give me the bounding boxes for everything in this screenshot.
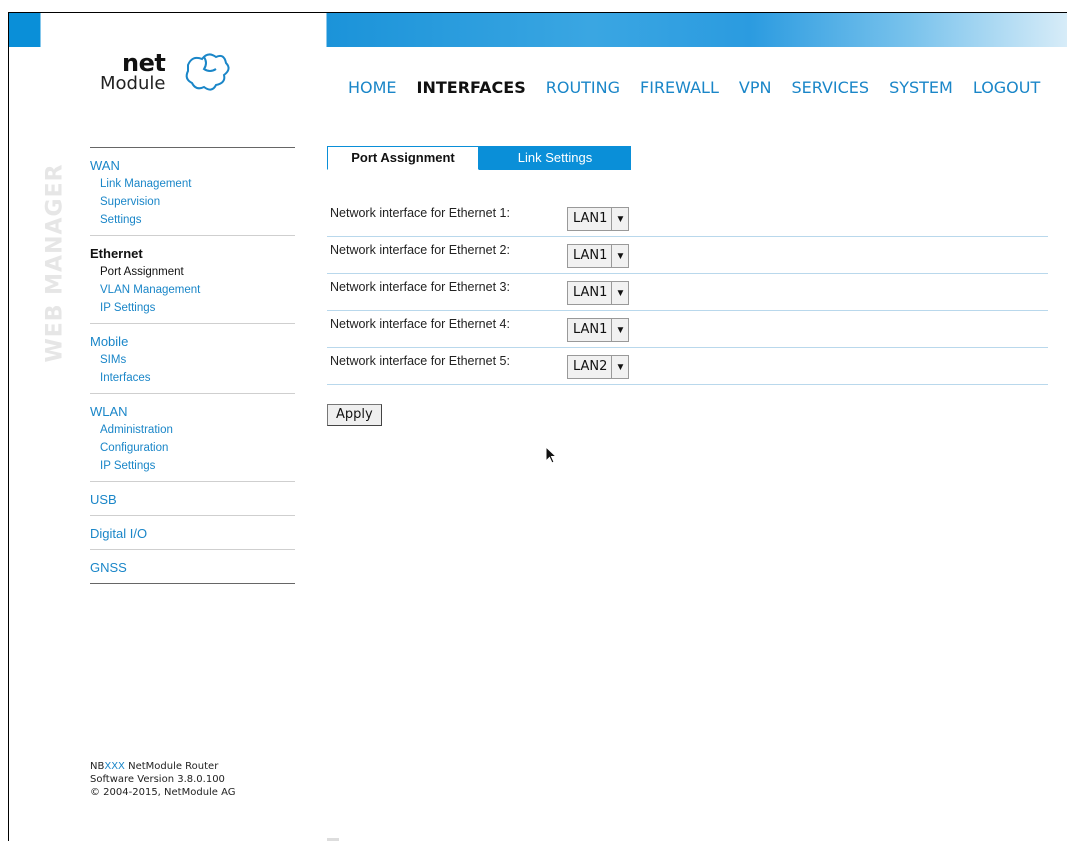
sidebar-item-wlan-ip-settings[interactable]: IP Settings	[100, 457, 295, 475]
sidebar-item-port-assignment[interactable]: Port Assignment	[100, 263, 295, 281]
sidebar-item-wlan[interactable]: WLAN	[90, 404, 295, 419]
nav-logout[interactable]: LOGOUT	[973, 78, 1040, 97]
footer-info: NBXXX NetModule Router Software Version …	[90, 760, 236, 799]
select-value: LAN1	[568, 282, 613, 304]
sidebar-group-digital-io: Digital I/O	[90, 515, 295, 549]
row-label: Network interface for Ethernet 4:	[330, 317, 510, 331]
footer-product-line: NBXXX NetModule Router	[90, 760, 236, 773]
apply-button[interactable]: Apply	[327, 404, 382, 426]
row-label: Network interface for Ethernet 2:	[330, 243, 510, 257]
netmodule-logo[interactable]: net Module	[100, 47, 240, 107]
sidebar-item-mobile[interactable]: Mobile	[90, 334, 295, 349]
puzzle-logo-icon	[185, 53, 230, 91]
sidebar-item-mobile-interfaces[interactable]: Interfaces	[100, 369, 295, 387]
sidebar-group-mobile: Mobile SIMs Interfaces	[90, 323, 295, 393]
mouse-cursor-icon	[545, 446, 558, 464]
interface-select-ethernet-3[interactable]: LAN1 ▼	[567, 281, 630, 305]
form-row-ethernet-1: Network interface for Ethernet 1: LAN1 ▼	[327, 200, 1048, 237]
select-value: LAN1	[568, 208, 613, 230]
row-label: Network interface for Ethernet 3:	[330, 280, 510, 294]
tab-port-assignment[interactable]: Port Assignment	[327, 146, 479, 170]
dropdown-arrow-icon: ▼	[615, 250, 626, 262]
nav-firewall[interactable]: FIREWALL	[640, 78, 719, 97]
frame-left-border	[8, 12, 9, 841]
sidebar-group-gnss: GNSS	[90, 549, 295, 584]
sidebar-group-ethernet: Ethernet Port Assignment VLAN Management…	[90, 235, 295, 323]
footer-software-version: Software Version 3.8.0.100	[90, 774, 225, 785]
row-label: Network interface for Ethernet 5:	[330, 354, 510, 368]
dropdown-arrow-icon: ▼	[615, 361, 626, 373]
sidebar-item-configuration[interactable]: Configuration	[100, 439, 295, 457]
row-label: Network interface for Ethernet 1:	[330, 206, 510, 220]
web-manager-text: WEB MANAGER	[42, 163, 68, 363]
sidebar-group-usb: USB	[90, 481, 295, 515]
interface-select-ethernet-2[interactable]: LAN1 ▼	[567, 244, 630, 268]
sidebar-item-gnss[interactable]: GNSS	[90, 560, 295, 575]
tab-bar: Port Assignment Link Settings	[327, 146, 631, 170]
interface-select-ethernet-1[interactable]: LAN1 ▼	[567, 207, 630, 231]
interface-select-ethernet-4[interactable]: LAN1 ▼	[567, 318, 630, 342]
nav-vpn[interactable]: VPN	[739, 78, 772, 97]
nav-home[interactable]: HOME	[348, 78, 397, 97]
sidebar-group-wan: WAN Link Management Supervision Settings	[90, 147, 295, 235]
sidebar-item-sims[interactable]: SIMs	[100, 351, 295, 369]
port-assignment-form: Network interface for Ethernet 1: LAN1 ▼…	[327, 200, 1048, 385]
select-value: LAN2	[568, 356, 613, 378]
sidebar-item-administration[interactable]: Administration	[100, 421, 295, 439]
form-row-ethernet-4: Network interface for Ethernet 4: LAN1 ▼	[327, 311, 1048, 348]
logo-module-text: Module	[100, 73, 166, 94]
nav-routing[interactable]: ROUTING	[546, 78, 620, 97]
nav-system[interactable]: SYSTEM	[889, 78, 953, 97]
form-row-ethernet-5: Network interface for Ethernet 5: LAN2 ▼	[327, 348, 1048, 385]
sidebar-item-wan[interactable]: WAN	[90, 158, 295, 173]
sidebar-item-ethernet-ip-settings[interactable]: IP Settings	[100, 299, 295, 317]
sidebar-item-usb[interactable]: USB	[90, 492, 295, 507]
footer-product-xxx: XXX	[104, 761, 125, 772]
interface-select-ethernet-5[interactable]: LAN2 ▼	[567, 355, 630, 379]
nav-interfaces[interactable]: INTERFACES	[417, 78, 526, 97]
dropdown-arrow-icon: ▼	[615, 287, 626, 299]
form-row-ethernet-2: Network interface for Ethernet 2: LAN1 ▼	[327, 237, 1048, 274]
tab-link-settings[interactable]: Link Settings	[479, 146, 631, 170]
web-manager-vertical-title: WEB MANAGER	[40, 148, 70, 378]
sidebar-item-ethernet[interactable]: Ethernet	[90, 246, 295, 261]
footer-product-prefix: NB	[90, 761, 105, 772]
sidebar-group-wlan: WLAN Administration Configuration IP Set…	[90, 393, 295, 481]
sidebar-item-vlan-management[interactable]: VLAN Management	[100, 281, 295, 299]
footer-copyright: © 2004-2015, NetModule AG	[90, 787, 236, 798]
sidebar-item-wan-settings[interactable]: Settings	[100, 211, 295, 229]
sidebar-item-link-management[interactable]: Link Management	[100, 175, 295, 193]
sidebar-item-supervision[interactable]: Supervision	[100, 193, 295, 211]
footer-product-suffix: NetModule Router	[124, 761, 219, 772]
select-value: LAN1	[568, 245, 613, 267]
top-navigation: HOME INTERFACES ROUTING FIREWALL VPN SER…	[348, 78, 1060, 97]
sidebar: WAN Link Management Supervision Settings…	[90, 147, 295, 584]
form-row-ethernet-3: Network interface for Ethernet 3: LAN1 ▼	[327, 274, 1048, 311]
nav-services[interactable]: SERVICES	[791, 78, 869, 97]
dropdown-arrow-icon: ▼	[615, 324, 626, 336]
sidebar-item-digital-io[interactable]: Digital I/O	[90, 526, 295, 541]
dropdown-arrow-icon: ▼	[615, 213, 626, 225]
select-value: LAN1	[568, 319, 613, 341]
